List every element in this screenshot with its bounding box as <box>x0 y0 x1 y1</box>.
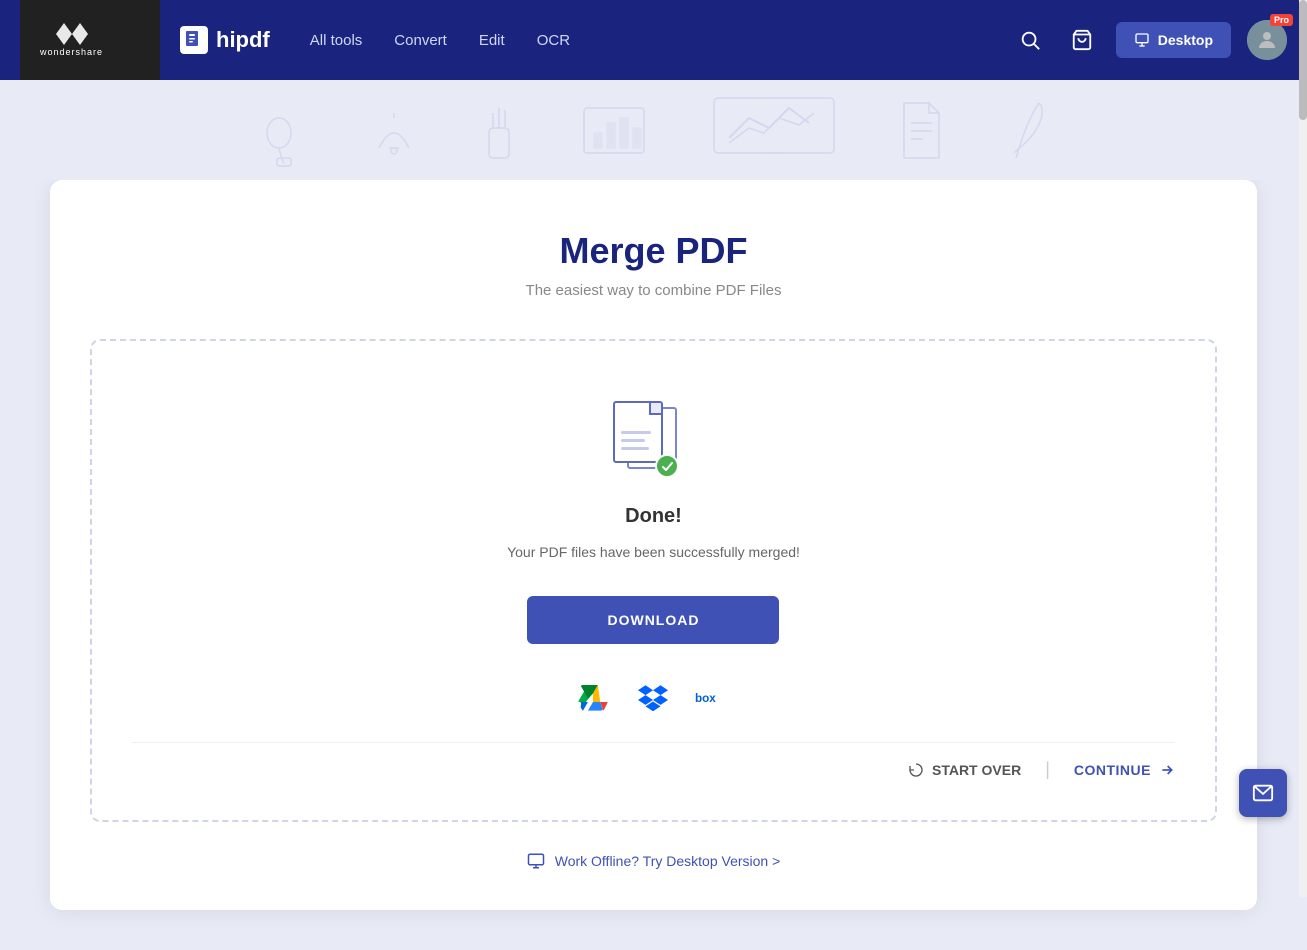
action-divider: | <box>1045 759 1050 780</box>
done-subtitle: Your PDF files have been successfully me… <box>507 544 800 560</box>
cloud-icons: box <box>575 680 731 716</box>
bottom-actions: START OVER | CONTINUE <box>132 742 1175 780</box>
google-drive-button[interactable] <box>575 680 611 716</box>
navbar: wondershare hipdf All tools Convert Edit… <box>0 0 1307 80</box>
dropbox-button[interactable] <box>635 680 671 716</box>
floating-email-button[interactable] <box>1239 769 1287 817</box>
scrollbar-thumb[interactable] <box>1299 0 1307 120</box>
continue-label: CONTINUE <box>1074 762 1151 778</box>
nav-ocr[interactable]: OCR <box>537 32 570 49</box>
page-subtitle: The easiest way to combine PDF Files <box>90 282 1217 299</box>
nav-links: All tools Convert Edit OCR <box>310 32 1012 49</box>
cart-button[interactable] <box>1064 22 1100 58</box>
start-over-label: START OVER <box>932 762 1021 778</box>
wondershare-logo[interactable]: wondershare <box>40 23 103 57</box>
hipdf-logo[interactable]: hipdf <box>180 26 270 54</box>
desktop-button[interactable]: Desktop <box>1116 22 1231 58</box>
result-area: Done! Your PDF files have been successfu… <box>90 339 1217 822</box>
check-badge <box>655 454 679 478</box>
bg-illustration <box>0 80 1307 180</box>
download-button[interactable]: DOWNLOAD <box>527 596 779 644</box>
nav-edit[interactable]: Edit <box>479 32 505 49</box>
download-label: DOWNLOAD <box>607 612 699 628</box>
svg-text:box: box <box>695 692 716 705</box>
offline-banner[interactable]: Work Offline? Try Desktop Version > <box>90 852 1217 870</box>
hipdf-label: hipdf <box>216 27 270 53</box>
scrollbar-track[interactable] <box>1299 0 1307 897</box>
offline-label: Work Offline? Try Desktop Version > <box>555 853 781 869</box>
nav-convert[interactable]: Convert <box>394 32 447 49</box>
continue-button[interactable]: CONTINUE <box>1074 762 1175 778</box>
box-button[interactable]: box <box>695 680 731 716</box>
main-container: Merge PDF The easiest way to combine PDF… <box>0 180 1307 950</box>
success-icon <box>613 401 693 481</box>
nav-actions: Desktop Pro <box>1012 20 1287 60</box>
ws-label: wondershare <box>40 47 103 57</box>
main-card: Merge PDF The easiest way to combine PDF… <box>50 180 1257 910</box>
done-title: Done! <box>625 505 682 528</box>
pro-badge: Pro <box>1270 14 1293 26</box>
brand-area: wondershare <box>20 0 160 80</box>
page-title: Merge PDF <box>90 230 1217 272</box>
nav-all-tools[interactable]: All tools <box>310 32 363 49</box>
desktop-btn-label: Desktop <box>1158 32 1213 48</box>
success-content: Done! Your PDF files have been successfu… <box>507 401 800 726</box>
start-over-button[interactable]: START OVER <box>908 762 1021 778</box>
search-button[interactable] <box>1012 22 1048 58</box>
avatar[interactable]: Pro <box>1247 20 1287 60</box>
